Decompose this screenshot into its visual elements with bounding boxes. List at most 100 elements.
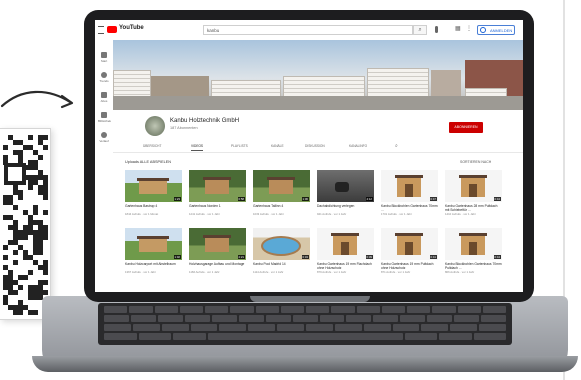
qr-module — [18, 285, 23, 290]
banner-ground — [113, 96, 523, 110]
search-icon[interactable]: ⌕ — [413, 25, 427, 35]
tab-playlists[interactable]: PLAYLISTS — [231, 144, 248, 148]
video-thumbnail[interactable]: 1:02 — [125, 228, 182, 260]
video-thumbnail[interactable]: 2:21 — [189, 228, 246, 260]
qr-module — [33, 210, 38, 215]
settings-icon[interactable]: ⋮ — [466, 26, 472, 33]
youtube-top-bar: YouTube kanbu ⌕ ▦ ⋮ ANMELDEN — [95, 20, 523, 41]
qr-module — [38, 155, 43, 160]
video-meta: 1166 Aufrufe · vor 1 Jahr — [189, 270, 220, 274]
video-title[interactable]: Holzhausgarage Aufbau und Montage — [189, 262, 246, 270]
video-title[interactable]: Kanbu Gartenhaus 28 mm Pultdach mit Schi… — [445, 204, 502, 212]
video-card[interactable]: 0:34 Kanbu Pool Madrid 14 1114 Aufrufe · v… — [253, 228, 310, 274]
qr-module — [33, 310, 38, 315]
qr-module — [43, 145, 48, 150]
qr-module — [13, 250, 18, 255]
tab-kanaele[interactable]: KANÄLE — [271, 144, 284, 148]
video-thumbnail[interactable]: 1:06 — [253, 170, 310, 202]
video-title[interactable]: Kanbu Blockbohlen Gartenhaus 70mm ... — [381, 204, 438, 212]
qr-module — [38, 250, 43, 255]
youtube-sidebar: Start Trends Abos Bibliothek Verlauf — [95, 40, 113, 292]
subscriber-count: 187 Abonnenten — [170, 126, 198, 130]
video-thumbnail[interactable]: 0:39 — [317, 228, 374, 260]
menu-icon[interactable] — [98, 26, 104, 34]
banner-building — [431, 70, 461, 98]
video-card[interactable]: 1:06 Gartenhaus Tallinn 4 1033 Aufrufe · v… — [253, 170, 310, 216]
qr-module — [28, 270, 33, 275]
youtube-logo-icon[interactable] — [107, 26, 117, 33]
youtube-logo-text[interactable]: YouTube — [119, 25, 144, 31]
search-input[interactable]: kanbu — [203, 25, 413, 35]
subscriptions-icon — [101, 92, 107, 98]
sort-button[interactable]: SORTIEREN NACH — [460, 160, 491, 164]
channel-avatar[interactable] — [145, 116, 165, 136]
tab-videos[interactable]: VIDEOS — [191, 144, 204, 151]
sidebar-item-abos[interactable]: Abos — [98, 92, 110, 103]
home-icon — [101, 52, 107, 58]
sidebar-item-trends[interactable]: Trends — [98, 72, 110, 83]
video-duration: 0:41 — [429, 255, 437, 259]
video-thumbnail[interactable]: 4:12 — [317, 170, 374, 202]
qr-module — [43, 280, 48, 285]
video-title[interactable]: Kanbu Gartenhaus 19 mm Pultdach ohne Hol… — [381, 262, 438, 270]
video-title[interactable]: Kanbu Gartenhaus 19 mm Flachdach ohne Ho… — [317, 262, 374, 270]
video-card[interactable]: 0:58 Gartenhaus Norden 1 1241 Aufrufe · vo… — [189, 170, 246, 216]
video-duration: 1:02 — [173, 255, 181, 259]
sidebar-item-bibliothek[interactable]: Bibliothek — [98, 112, 111, 123]
tab-diskussion[interactable]: DISKUSSION — [305, 144, 325, 148]
video-thumbnail[interactable]: 0:47 — [381, 170, 438, 202]
laptop-hinge — [250, 296, 370, 302]
video-thumbnail[interactable]: 1:23 — [125, 170, 182, 202]
video-title[interactable]: Kanbu Blockbohlen Gartenhaus 70mm Pultda… — [445, 262, 502, 270]
qr-module — [13, 260, 18, 265]
sidebar-item-verlauf[interactable]: Verlauf — [98, 132, 110, 143]
qr-module — [3, 245, 8, 250]
uploads-heading[interactable]: Uploads ALLE ABSPIELEN — [125, 160, 171, 164]
tab-uebersicht[interactable]: ÜBERSICHT — [143, 144, 161, 148]
video-meta: 1241 Aufrufe · vor 1 Jahr — [189, 212, 220, 216]
video-card[interactable]: 0:39 Kanbu Gartenhaus 19 mm Flachdach ohn… — [317, 228, 374, 274]
video-card[interactable]: 4:12 Dachabdichtung verlegen 941 Aufrufe ·… — [317, 170, 374, 216]
channel-search-icon[interactable]: ⌕ — [395, 143, 398, 149]
video-meta: 1410 Aufrufe · vor 1 Jahr — [445, 212, 476, 216]
video-card[interactable]: 2:21 Holzhausgarage Aufbau und Montage 116… — [189, 228, 246, 274]
qr-module — [18, 195, 23, 200]
video-duration: 4:12 — [365, 197, 373, 201]
subscribe-button[interactable]: ABONNIEREN — [449, 122, 483, 133]
video-card[interactable]: 1:23 Gartenhaus Bastrup 4 1844 Aufrufe · v… — [125, 170, 182, 216]
video-thumbnail[interactable]: 0:44 — [445, 170, 502, 202]
channel-tabs: ÜBERSICHT VIDEOS PLAYLISTS KANÄLE DISKUS… — [113, 140, 523, 153]
video-card[interactable]: 1:02 Kanbu Holzcarport mit Abstellraum 136… — [125, 228, 182, 274]
video-thumbnail[interactable]: 0:34 — [253, 228, 310, 260]
video-title[interactable]: Kanbu Holzcarport mit Abstellraum — [125, 262, 182, 270]
mic-icon[interactable] — [435, 26, 438, 33]
video-title[interactable]: Dachabdichtung verlegen — [317, 204, 374, 212]
curved-arrow-icon — [0, 90, 74, 109]
video-title[interactable]: Gartenhaus Tallinn 4 — [253, 204, 310, 212]
video-thumbnail[interactable]: 0:44 — [445, 228, 502, 260]
video-meta: 1701 Aufrufe · vor 1 Jahr — [381, 212, 412, 216]
qr-module — [13, 290, 18, 295]
sidebar-item-start[interactable]: Start — [98, 52, 110, 63]
video-title[interactable]: Gartenhaus Norden 1 — [189, 204, 246, 212]
qr-module — [43, 290, 48, 295]
apps-icon[interactable]: ▦ — [455, 26, 461, 33]
video-card[interactable]: 0:44 Kanbu Blockbohlen Gartenhaus 70mm Pu… — [445, 228, 502, 274]
video-card[interactable]: 0:47 Kanbu Blockbohlen Gartenhaus 70mm ..… — [381, 170, 438, 216]
qr-module — [3, 145, 8, 150]
laptop-keyboard — [98, 303, 512, 345]
video-card[interactable]: 0:41 Kanbu Gartenhaus 19 mm Pultdach ohne… — [381, 228, 438, 274]
video-meta: 1367 Aufrufe · vor 1 Jahr — [125, 270, 156, 274]
qr-module — [43, 195, 48, 200]
tab-kanalinfo[interactable]: KANALINFO — [349, 144, 367, 148]
video-duration: 0:39 — [365, 255, 373, 259]
video-duration: 2:21 — [237, 255, 245, 259]
video-title[interactable]: Kanbu Pool Madrid 14 — [253, 262, 310, 270]
video-thumbnail[interactable]: 0:41 — [381, 228, 438, 260]
video-card[interactable]: 0:44 Kanbu Gartenhaus 28 mm Pultdach mit … — [445, 170, 502, 216]
banner-building — [149, 76, 209, 96]
video-duration: 0:34 — [301, 255, 309, 259]
video-thumbnail[interactable]: 0:58 — [189, 170, 246, 202]
video-title[interactable]: Gartenhaus Bastrup 4 — [125, 204, 182, 212]
laptop-front-edge — [32, 356, 578, 372]
